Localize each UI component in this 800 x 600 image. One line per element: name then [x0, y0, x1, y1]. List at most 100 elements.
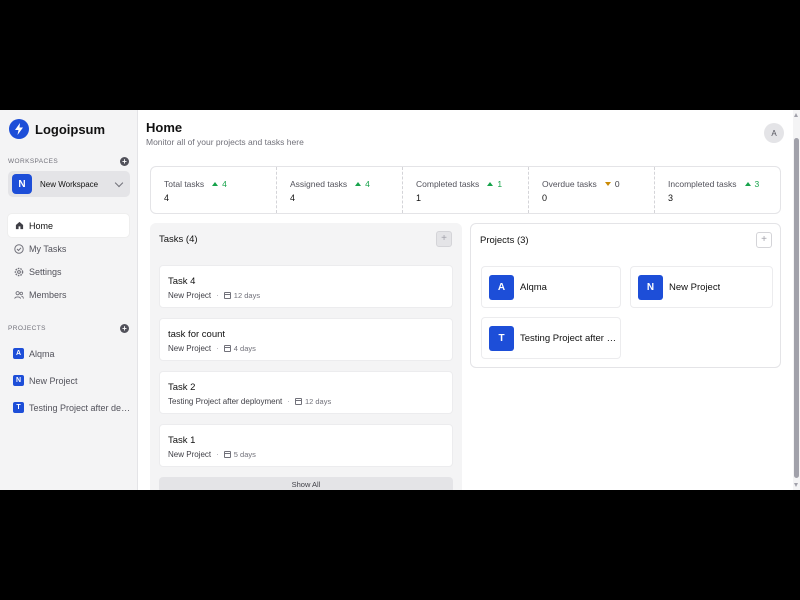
task-due: 12 days [233, 291, 261, 300]
sidebar-project-item[interactable]: A Alqma [8, 340, 133, 367]
stat-value: 1 [416, 193, 422, 203]
projects-panel: Projects (3) + A Alqma N New Project T T… [470, 223, 781, 368]
gear-icon [14, 267, 24, 277]
nav-label: My Tasks [29, 243, 67, 254]
stat-label: Completed tasks [416, 179, 480, 189]
project-badge: N [13, 375, 24, 386]
check-circle-icon [14, 243, 24, 254]
trend-up-icon [744, 182, 751, 186]
scroll-thumb[interactable] [794, 138, 799, 478]
project-name: New Project [669, 281, 721, 293]
projects-panel-title: Projects (3) [480, 235, 529, 246]
main-content: Home Monitor all of your projects and ta… [138, 110, 793, 490]
project-name: Alqma [520, 281, 547, 293]
stat-value: 0 [542, 193, 548, 203]
sidebar-project-item[interactable]: N New Project [8, 367, 133, 394]
task-name: task for count [168, 329, 226, 340]
task-name: Task 2 [168, 382, 196, 393]
stat-label: Overdue tasks [542, 179, 597, 189]
nav-item-my-tasks[interactable]: My Tasks [8, 237, 129, 260]
stat-delta: 4 [222, 179, 227, 189]
nav-label: Settings [29, 266, 62, 277]
task-due: 4 days [233, 344, 256, 353]
task-card[interactable]: task for count New Project · 4 days [159, 318, 453, 361]
sidebar-project-item[interactable]: T Testing Project after deployment [8, 394, 133, 421]
scroll-up-arrow-icon[interactable] [794, 113, 798, 117]
workspace-avatar: N [12, 174, 32, 194]
page-scrollbar[interactable] [793, 110, 800, 490]
workspace-name: New Workspace [40, 179, 99, 189]
brand[interactable]: Logoipsum [9, 119, 105, 139]
stat-trend: 4 [355, 179, 370, 189]
scroll-down-arrow-icon[interactable] [794, 483, 798, 487]
page-title: Home [146, 120, 183, 135]
project-card[interactable]: A Alqma [481, 266, 621, 308]
task-project: Testing Project after deployment [168, 397, 283, 406]
project-card[interactable]: N New Project [630, 266, 773, 308]
stat-trend: 4 [212, 179, 227, 189]
logo-bolt-icon [9, 119, 29, 139]
chevron-down-icon [114, 178, 124, 187]
add-task-button[interactable]: + [436, 231, 452, 247]
add-workspace-button[interactable]: + [120, 157, 129, 166]
stat-label: Incompleted tasks [668, 179, 737, 189]
users-icon [14, 290, 24, 300]
task-project: New Project [168, 450, 212, 459]
calendar-icon [223, 292, 231, 299]
task-project: New Project [168, 291, 212, 300]
sidebar-project-list: A Alqma N New Project T Testing Project … [8, 340, 133, 421]
user-avatar[interactable]: A [764, 123, 784, 143]
project-name: Alqma [29, 348, 55, 359]
project-name: Testing Project after deployment [29, 402, 133, 413]
project-badge: A [489, 274, 514, 300]
stat-incompleted-tasks: Incompleted tasks 3 3 [655, 167, 780, 213]
task-card[interactable]: Task 1 New Project · 5 days [159, 424, 453, 467]
stat-total-tasks: Total tasks 4 4 [151, 167, 277, 213]
stat-value: 4 [164, 193, 170, 203]
stat-label: Assigned tasks [290, 179, 348, 189]
project-card[interactable]: T Testing Project after deployment [481, 317, 621, 359]
home-icon [14, 221, 24, 231]
stat-assigned-tasks: Assigned tasks 4 4 [277, 167, 403, 213]
task-card[interactable]: Task 2 Testing Project after deployment … [159, 371, 453, 414]
add-project-button[interactable]: + [120, 324, 129, 333]
project-name: New Project [29, 375, 78, 386]
task-project: New Project [168, 344, 212, 353]
stat-completed-tasks: Completed tasks 1 1 [403, 167, 529, 213]
task-due: 5 days [233, 450, 256, 459]
show-all-button[interactable]: Show All [159, 477, 453, 490]
stat-delta: 3 [754, 179, 760, 189]
task-name: Task 1 [168, 435, 196, 446]
trend-up-icon [212, 182, 219, 186]
page-subtitle: Monitor all of your projects and tasks h… [146, 137, 304, 147]
workspace-switcher[interactable]: N New Workspace [8, 171, 130, 197]
sidebar: Logoipsum WORKSPACES + N New Workspace H… [0, 110, 138, 490]
tasks-panel-title: Tasks (4) [159, 234, 198, 245]
add-project-panel-button[interactable]: + [756, 232, 772, 248]
project-name: Testing Project after deployment [520, 332, 620, 344]
stat-value: 3 [668, 193, 674, 203]
project-badge: A [13, 348, 24, 359]
stat-trend: 0 [604, 179, 620, 189]
workspaces-label: WORKSPACES [8, 158, 59, 165]
trend-up-icon [355, 182, 362, 186]
stat-delta: 1 [497, 179, 503, 189]
task-card[interactable]: Task 4 New Project · 12 days [159, 265, 453, 308]
stat-trend: 1 [487, 179, 502, 189]
stat-overdue-tasks: Overdue tasks 0 0 [529, 167, 655, 213]
task-due: 12 days [304, 397, 332, 406]
stat-label: Total tasks [164, 179, 205, 189]
stats-bar: Total tasks 4 4 Assigned tasks 4 4 Compl… [150, 166, 781, 214]
stat-delta: 0 [614, 179, 620, 189]
nav-item-settings[interactable]: Settings [8, 260, 129, 283]
trend-down-icon [604, 182, 611, 186]
calendar-icon [223, 345, 231, 352]
nav-label: Members [29, 289, 67, 300]
project-badge: T [489, 325, 514, 351]
stat-trend: 3 [744, 179, 760, 189]
nav-item-home[interactable]: Home [8, 214, 129, 237]
nav-item-members[interactable]: Members [8, 283, 129, 306]
project-badge: T [13, 402, 24, 413]
stat-delta: 4 [365, 179, 370, 189]
tasks-panel: Tasks (4) + Task 4 New Project · 12 days… [150, 223, 462, 490]
